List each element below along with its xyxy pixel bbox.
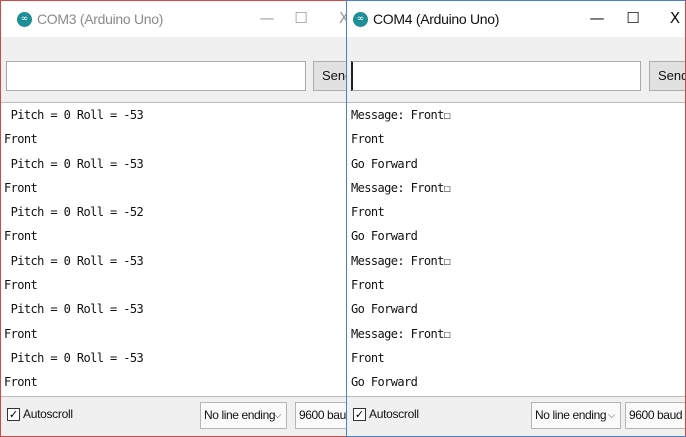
autoscroll-label[interactable]: Autoscroll bbox=[23, 407, 73, 421]
status-bar: ✓ Autoscroll No line ending ⌵ 9600 baud bbox=[1, 397, 356, 436]
output-line: Message: Front☐ bbox=[351, 108, 451, 122]
send-button[interactable]: Send bbox=[649, 61, 685, 91]
output-line: Front bbox=[4, 326, 38, 341]
send-row: Send bbox=[1, 61, 356, 91]
chevron-down-icon: ⌵ bbox=[273, 410, 282, 421]
line-ending-value: No line ending bbox=[535, 408, 607, 422]
output-line: Pitch = 0 Roll = -53 bbox=[4, 108, 144, 122]
autoscroll-label[interactable]: Autoscroll bbox=[369, 407, 419, 421]
line-ending-value: No line ending bbox=[204, 408, 276, 422]
output-line: Pitch = 0 Roll = -53 bbox=[4, 156, 144, 171]
output-line: Message: Front☐ bbox=[351, 253, 451, 268]
serial-monitor-com4: ∞ COM4 (Arduino Uno) — ☐ X Send Message:… bbox=[346, 0, 686, 437]
send-row: Send bbox=[347, 61, 685, 91]
maximize-button[interactable]: ☐ bbox=[623, 9, 643, 27]
output-line: Front bbox=[4, 180, 38, 195]
send-input[interactable] bbox=[351, 61, 641, 91]
output-line: Pitch = 0 Roll = -52 bbox=[4, 205, 144, 220]
close-button[interactable]: X bbox=[665, 9, 685, 27]
output-line: Go Forward bbox=[351, 375, 418, 390]
arduino-icon: ∞ bbox=[353, 12, 368, 27]
autoscroll-checkbox[interactable]: ✓ bbox=[7, 408, 20, 421]
status-bar: ✓ Autoscroll No line ending ⌵ 9600 baud bbox=[347, 397, 685, 436]
title-bar[interactable]: ∞ COM4 (Arduino Uno) — ☐ X bbox=[347, 1, 685, 37]
title-bar[interactable]: ∞ COM3 (Arduino Uno) — ☐ X bbox=[1, 1, 356, 37]
output-line: Front bbox=[4, 132, 38, 147]
chevron-down-icon: ⌵ bbox=[607, 410, 616, 421]
checkmark-icon: ✓ bbox=[8, 408, 19, 421]
autoscroll-checkbox[interactable]: ✓ bbox=[353, 408, 366, 421]
serial-monitor-com3: ∞ COM3 (Arduino Uno) — ☐ X Send Pitch = … bbox=[0, 0, 356, 437]
output-line: Front bbox=[351, 132, 385, 147]
baud-rate-value: 9600 baud bbox=[299, 408, 353, 422]
output-line: Front bbox=[4, 278, 38, 293]
output-line: Message: Front☐ bbox=[351, 326, 451, 341]
line-ending-select[interactable]: No line ending ⌵ bbox=[200, 402, 287, 429]
output-line: Front bbox=[351, 278, 385, 293]
arduino-icon: ∞ bbox=[17, 12, 32, 27]
serial-output[interactable]: Pitch = 0 Roll = -53 Front Pitch = 0 Roll… bbox=[1, 102, 356, 397]
minimize-button[interactable]: — bbox=[257, 9, 277, 27]
output-line: Front bbox=[351, 350, 385, 365]
output-line: Go Forward bbox=[351, 229, 418, 244]
output-line: Go Forward bbox=[351, 302, 418, 317]
serial-output[interactable]: Message: Front☐ Front Go Forward Message: F… bbox=[347, 102, 685, 397]
output-line: Pitch = 0 Roll = -53 bbox=[4, 302, 144, 317]
maximize-button[interactable]: ☐ bbox=[291, 9, 311, 27]
line-ending-select[interactable]: No line ending ⌵ bbox=[531, 402, 621, 429]
baud-rate-select[interactable]: 9600 baud bbox=[625, 402, 685, 429]
send-input[interactable] bbox=[6, 61, 306, 91]
minimize-button[interactable]: — bbox=[587, 9, 607, 27]
output-line: Front bbox=[351, 205, 385, 220]
output-line: Go Forward bbox=[351, 156, 418, 171]
window-title: COM3 (Arduino Uno) bbox=[37, 11, 164, 27]
checkmark-icon: ✓ bbox=[354, 408, 365, 421]
baud-rate-value: 9600 baud bbox=[629, 408, 683, 422]
output-line: Front bbox=[4, 229, 38, 244]
window-title: COM4 (Arduino Uno) bbox=[373, 11, 500, 27]
output-line: Pitch = 0 Roll = -53 bbox=[4, 253, 144, 268]
output-line: Front bbox=[4, 375, 38, 390]
output-line: Pitch = 0 Roll = -53 bbox=[4, 350, 144, 365]
output-line: Message: Front☐ bbox=[351, 180, 451, 195]
